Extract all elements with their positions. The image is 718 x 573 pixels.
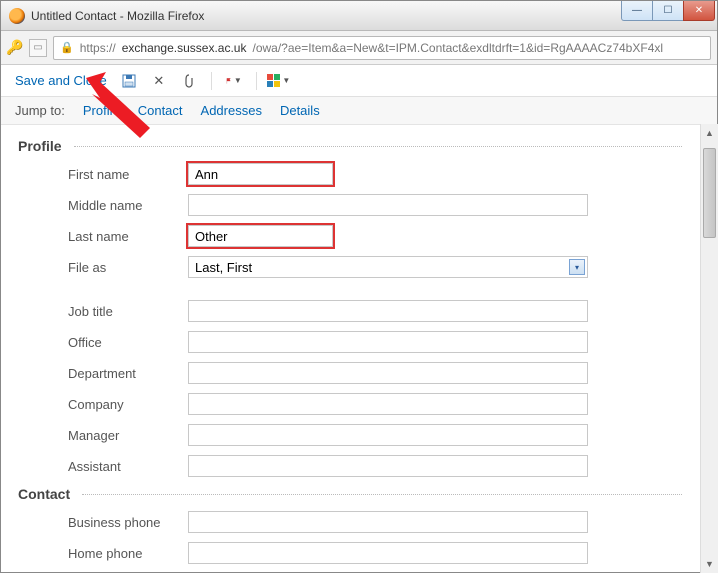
section-heading-contact: Contact [18,486,682,502]
company-field[interactable] [188,393,588,415]
jump-to-bar: Jump to: Profile Contact Addresses Detai… [1,97,717,125]
home-phone-field[interactable] [188,542,588,564]
address-bar-row: 🔑 ▭ 🔒 https:// exchange.sussex.ac.uk/owa/… [1,31,717,65]
save-and-close-button[interactable]: Save and Close [15,73,107,88]
categories-icon[interactable]: ▼ [271,73,287,89]
save-icon[interactable] [121,73,137,89]
label-company: Company [18,397,188,412]
maximize-button[interactable]: ☐ [652,1,684,21]
window-titlebar: Untitled Contact - Mozilla Firefox — ☐ ✕ [1,1,717,31]
assistant-field[interactable] [188,455,588,477]
label-office: Office [18,335,188,350]
minimize-button[interactable]: — [621,1,653,21]
toolbar-separator [211,72,212,90]
toolbar-separator [256,72,257,90]
vertical-scrollbar[interactable]: ▲ ▼ [700,124,718,573]
first-name-field[interactable] [188,163,333,185]
scroll-up-icon[interactable]: ▲ [701,124,718,142]
delete-icon[interactable]: ✕ [151,73,167,89]
business-phone-field[interactable] [188,511,588,533]
middle-name-field[interactable] [188,194,588,216]
action-toolbar: Save and Close ✕ ▼ ▼ [1,65,717,97]
label-manager: Manager [18,428,188,443]
window-title: Untitled Contact - Mozilla Firefox [31,9,204,23]
label-business-phone: Business phone [18,515,188,530]
tab-details[interactable]: Details [280,103,320,118]
job-title-field[interactable] [188,300,588,322]
file-as-value: Last, First [195,260,252,275]
window-controls: — ☐ ✕ [622,1,715,21]
close-button[interactable]: ✕ [683,1,715,21]
jump-to-label: Jump to: [15,103,65,118]
url-path: /owa/?ae=Item&a=New&t=IPM.Contact&exdltd… [252,41,663,55]
chevron-down-icon: ▼ [282,76,290,85]
url-host: exchange.sussex.ac.uk [122,41,247,55]
tab-profile[interactable]: Profile [83,103,120,118]
label-department: Department [18,366,188,381]
url-input[interactable]: 🔒 https:// exchange.sussex.ac.uk/owa/?ae=… [53,36,711,60]
manager-field[interactable] [188,424,588,446]
attachment-icon[interactable] [181,73,197,89]
label-assistant: Assistant [18,459,188,474]
tab-addresses[interactable]: Addresses [201,103,262,118]
scroll-thumb[interactable] [703,148,716,238]
file-as-select[interactable]: Last, First ▾ [188,256,588,278]
scroll-down-icon[interactable]: ▼ [701,555,718,573]
key-icon: 🔑 [7,40,23,56]
label-job-title: Job title [18,304,188,319]
section-heading-profile: Profile [18,138,682,154]
department-field[interactable] [188,362,588,384]
reader-view-icon[interactable]: ▭ [29,39,47,57]
label-file-as: File as [18,260,188,275]
flag-icon[interactable]: ▼ [226,73,242,89]
label-first-name: First name [18,167,188,182]
lock-icon: 🔒 [60,41,74,54]
last-name-field[interactable] [188,225,333,247]
chevron-down-icon: ▼ [234,76,242,85]
label-middle-name: Middle name [18,198,188,213]
form-content: Profile First name Middle name Last name… [0,124,700,573]
office-field[interactable] [188,331,588,353]
firefox-icon [9,8,25,24]
label-home-phone: Home phone [18,546,188,561]
url-scheme: https:// [80,41,116,55]
tab-contact[interactable]: Contact [138,103,183,118]
label-last-name: Last name [18,229,188,244]
chevron-down-icon: ▾ [569,259,585,275]
